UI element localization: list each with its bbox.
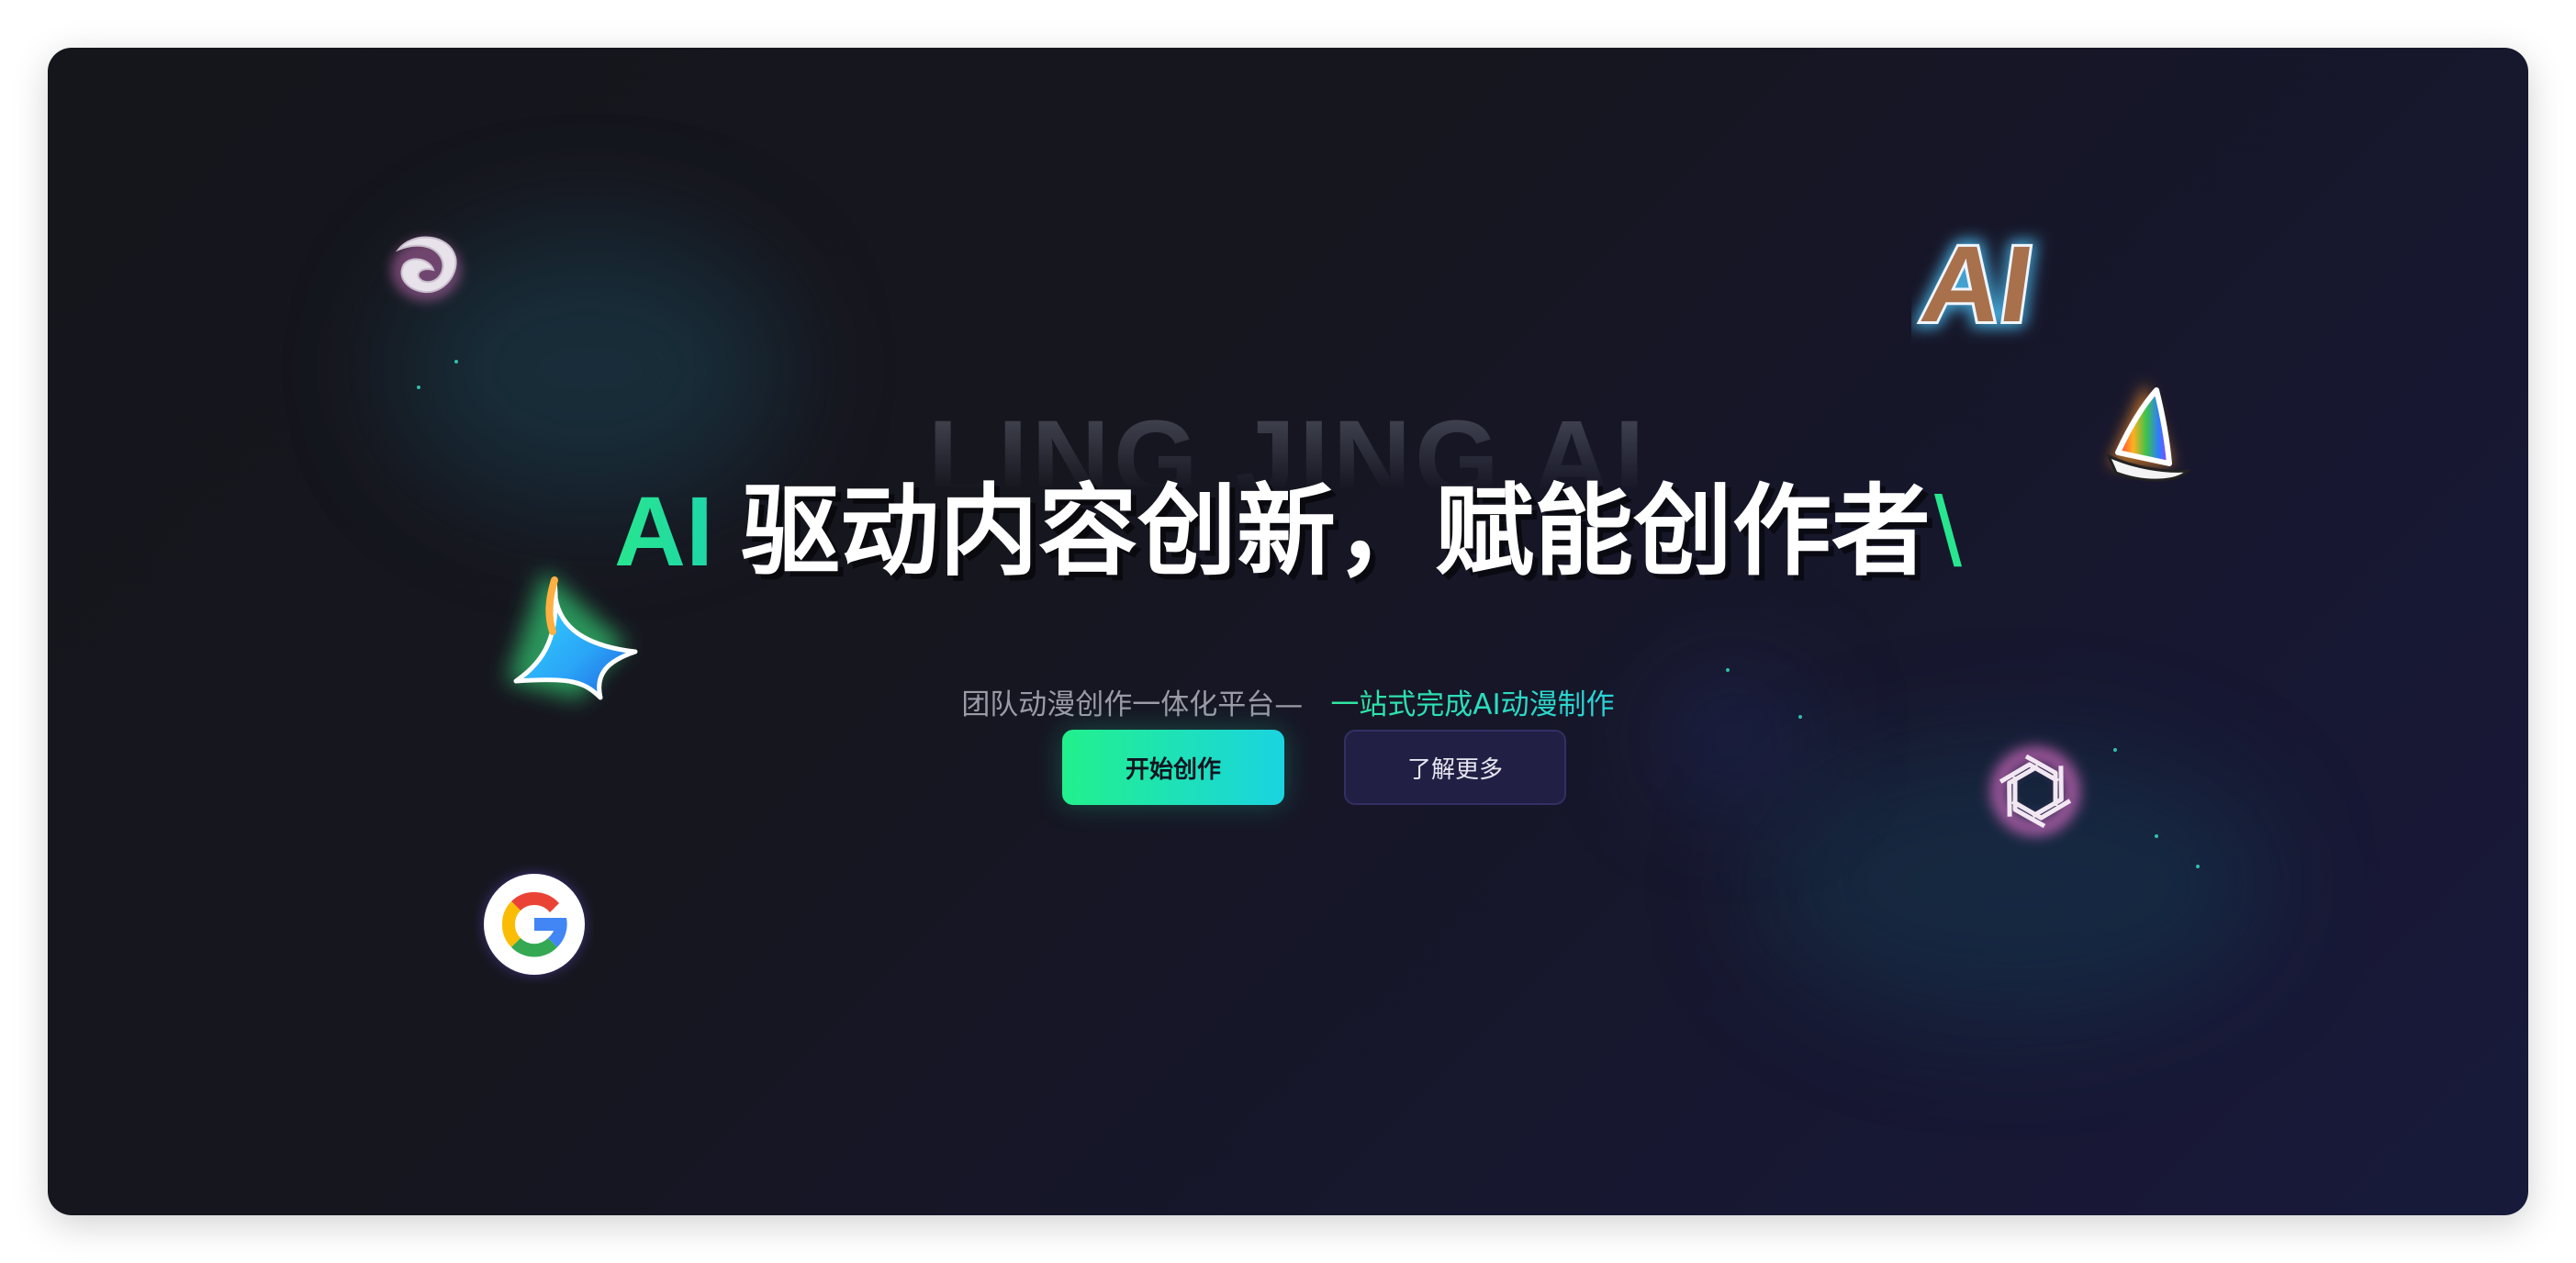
headline-main: 驱动内容创新，赋能创作者 bbox=[740, 475, 1931, 589]
google-logo-icon bbox=[484, 874, 585, 975]
svg-text:AI: AI bbox=[1915, 225, 2040, 345]
sparkle-dot bbox=[417, 386, 420, 389]
page-title: AI 驱动内容创新，赋能创作者\ bbox=[48, 472, 2528, 592]
headline-ai: AI bbox=[613, 475, 713, 587]
sparkle-dot bbox=[2155, 834, 2158, 838]
subtitle-prefix: 团队动漫创作一体化平台— bbox=[961, 688, 1304, 721]
subtitle: 团队动漫创作一体化平台— 一站式完成AI动漫制作 bbox=[48, 681, 2528, 722]
sparkle-dot bbox=[2113, 748, 2117, 752]
learn-more-button[interactable]: 了解更多 bbox=[1344, 730, 1566, 805]
subtitle-highlight: 一站式完成AI动漫制作 bbox=[1330, 688, 1615, 721]
start-creating-button[interactable]: 开始创作 bbox=[1062, 730, 1284, 805]
typing-cursor: \ bbox=[1934, 475, 1963, 587]
hero-section: AI AI LING JING AI AI 驱动内容创新，赋能创作者\ 团队动漫… bbox=[48, 48, 2528, 1215]
ai-letters-logo-icon: AI AI bbox=[1911, 218, 2046, 351]
white-swirl-logo-icon bbox=[391, 236, 461, 301]
openai-logo-icon bbox=[1992, 748, 2078, 834]
sparkle-dot bbox=[2196, 865, 2200, 868]
sparkle-dot bbox=[1726, 668, 1730, 672]
sparkle-dot bbox=[454, 360, 458, 363]
